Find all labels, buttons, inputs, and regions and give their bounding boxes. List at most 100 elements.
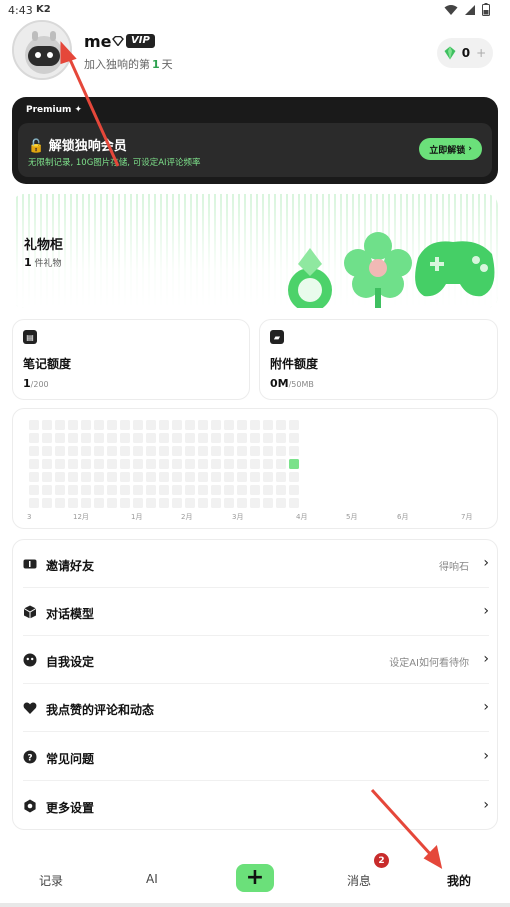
menu-item-more-settings[interactable]: 更多设置 › (13, 782, 499, 830)
heatmap-cell (211, 459, 221, 469)
heatmap-cell (224, 459, 234, 469)
heatmap-cell (250, 472, 260, 482)
notes-quota-card[interactable]: ▤ 笔记额度 1/200 (12, 319, 250, 400)
heatmap-cell (120, 446, 130, 456)
heatmap-month-label: 3 (27, 513, 31, 521)
heatmap-cell (120, 459, 130, 469)
menu-item-faq[interactable]: ? 常见问题 › (13, 733, 499, 781)
user-name: me (84, 32, 112, 51)
unlock-now-button[interactable]: 立即解锁 › (419, 138, 482, 160)
heatmap-cell (120, 433, 130, 443)
heatmap-cell (172, 485, 182, 495)
heatmap-cell (237, 472, 247, 482)
heatmap-cell (159, 420, 169, 430)
attachments-quota-card[interactable]: ▰ 附件额度 0M/50MB (259, 319, 498, 400)
diamond-icon (112, 36, 124, 46)
heatmap-cell (146, 459, 156, 469)
premium-description: 无限制记录, 10G图片存储, 可设定AI评论频率 (28, 158, 201, 168)
heatmap-cell (250, 446, 260, 456)
heatmap-cell (107, 472, 117, 482)
heatmap-cell (107, 433, 117, 443)
chevron-right-icon: › (468, 144, 472, 154)
heatmap-cell (133, 420, 143, 430)
heatmap-cell (68, 420, 78, 430)
vip-badge: VIP (112, 34, 155, 48)
menu-hint: 设定AI如何看待你 (389, 658, 469, 669)
menu-item-self-setting[interactable]: 自我设定 设定AI如何看待你 › (13, 636, 499, 684)
premium-card[interactable]: Premium ✦ 🔓 解锁独响会员 无限制记录, 10G图片存储, 可设定AI… (12, 97, 498, 184)
menu-item-invite-friends[interactable]: 邀请好友 得响石 › (13, 540, 499, 588)
heatmap-cell (146, 472, 156, 482)
heatmap-cell (159, 459, 169, 469)
heatmap-cell (107, 498, 117, 508)
heatmap-cell (81, 433, 91, 443)
heatmap-cell (185, 485, 195, 495)
gift-cabinet-title: 礼物柜 (24, 238, 64, 253)
heatmap-cell (29, 433, 39, 443)
heatmap-cell (94, 485, 104, 495)
heatmap-cell (107, 485, 117, 495)
heatmap-cell (55, 433, 65, 443)
heatmap-cell (94, 446, 104, 456)
heatmap-month-label: 4月 (296, 513, 307, 521)
heatmap-cell (263, 472, 273, 482)
heatmap-cell (250, 485, 260, 495)
heatmap-cell (224, 446, 234, 456)
join-suffix: 天 (161, 58, 173, 71)
tab-records[interactable]: 记录 (39, 872, 63, 889)
notes-quota-limit: /200 (30, 380, 49, 389)
profile-header: me VIP 加入独响的第 1 天 0 + (12, 20, 498, 80)
robot-avatar-icon (14, 22, 70, 78)
menu-item-chat-model[interactable]: 对话模型 › (13, 588, 499, 636)
battery-icon (482, 3, 490, 16)
ticket-icon (23, 559, 37, 569)
gift-illustration (288, 232, 495, 308)
heatmap-cell (120, 472, 130, 482)
join-days-count: 1 (152, 58, 160, 71)
heatmap-cell (159, 485, 169, 495)
sparkle-icon: ✦ (74, 105, 83, 115)
heatmap-cell (42, 498, 52, 508)
gems-button[interactable]: 0 + (437, 38, 493, 68)
tab-messages[interactable]: 消息 (347, 872, 371, 889)
tab-ai[interactable]: AI (146, 872, 158, 886)
heatmap-cell (159, 446, 169, 456)
heatmap-cell (250, 498, 260, 508)
heatmap-cell (68, 446, 78, 456)
chevron-right-icon: › (483, 603, 489, 619)
avatar[interactable] (12, 20, 72, 80)
heatmap-cell (198, 498, 208, 508)
heatmap-month-label: 3月 (232, 513, 243, 521)
attachments-quota-value: 0M/50MB (270, 377, 314, 390)
heatmap-cell (55, 446, 65, 456)
status-icons (444, 3, 490, 16)
heatmap-cell (55, 498, 65, 508)
heatmap-cell (29, 459, 39, 469)
heatmap-cell (29, 498, 39, 508)
heatmap-cell (120, 420, 130, 430)
heatmap-cell (29, 472, 39, 482)
add-button[interactable]: + (236, 864, 274, 892)
heatmap-cell (133, 498, 143, 508)
heatmap-cell (42, 472, 52, 482)
bottom-tab-bar: 记录 AI + 消息 2 我的 (0, 850, 510, 907)
menu-item-liked[interactable]: 我点赞的评论和动态 › (13, 684, 499, 732)
note-icon: ▤ (23, 330, 37, 344)
heatmap-cell (289, 433, 299, 443)
heatmap-cell (263, 446, 273, 456)
gift-cabinet-card[interactable]: 礼物柜 1 件礼物 (12, 194, 498, 308)
status-bar: 4:43 K2 (0, 0, 510, 22)
heatmap-month-label: 6月 (397, 513, 408, 521)
status-time: 4:43 (8, 4, 33, 17)
heatmap-cell (29, 485, 39, 495)
heatmap-cell (120, 498, 130, 508)
heatmap-cell (146, 446, 156, 456)
heatmap-cell (107, 459, 117, 469)
heatmap-cell (276, 420, 286, 430)
notes-quota-value: 1/200 (23, 377, 49, 390)
heatmap-cell (250, 459, 260, 469)
status-carrier: K2 (36, 4, 51, 15)
home-indicator (0, 903, 510, 907)
heatmap-cell (172, 420, 182, 430)
tab-me[interactable]: 我的 (447, 872, 471, 889)
